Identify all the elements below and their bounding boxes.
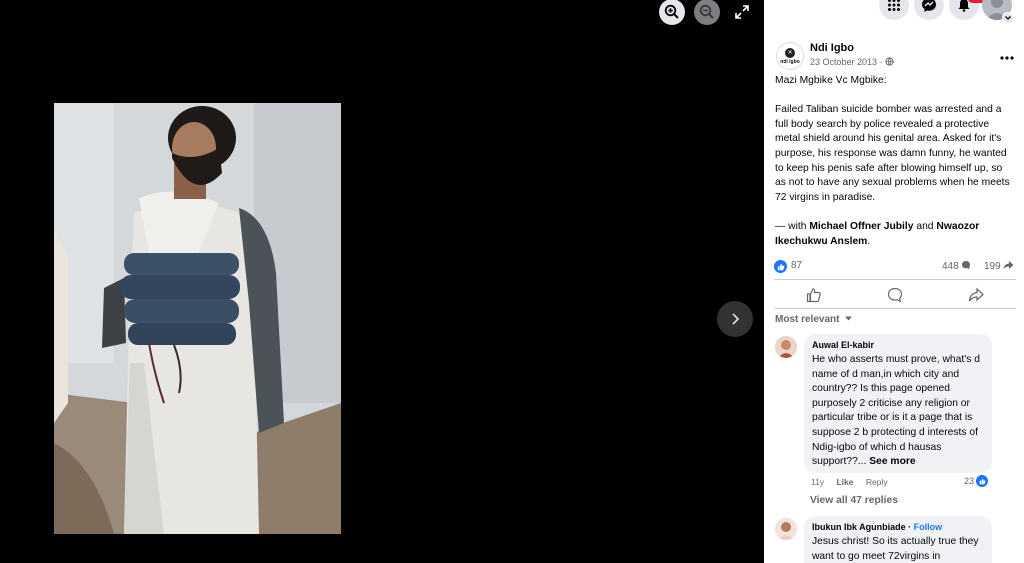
menu-grid-icon bbox=[888, 0, 900, 11]
comment-bubble-2: Ibukun Ibk Agunbiade · Follow Jesus chri… bbox=[804, 516, 992, 563]
post-title-line: Mazi Mgbike Vc Mgbike: bbox=[775, 75, 887, 86]
share-outline-icon bbox=[968, 287, 984, 302]
comment-button[interactable] bbox=[885, 285, 905, 305]
like-button[interactable] bbox=[804, 285, 824, 305]
like-outline-icon bbox=[806, 288, 821, 303]
post-text: Mazi Mgbike Vc Mgbike: Failed Taliban su… bbox=[775, 74, 1015, 249]
post-body-text: Failed Taliban suicide bomber was arrest… bbox=[775, 104, 1010, 203]
stats-divider bbox=[774, 279, 1016, 280]
globe-icon bbox=[885, 57, 894, 66]
post-photo[interactable] bbox=[54, 103, 341, 534]
share-count[interactable]: 199 bbox=[984, 260, 1014, 272]
top-bar bbox=[764, 0, 1024, 27]
post-action-bar bbox=[774, 285, 1016, 305]
comment-outline-icon bbox=[887, 287, 903, 303]
menu-button[interactable] bbox=[879, 0, 909, 20]
post-date-text: 23 October 2013 · bbox=[810, 57, 886, 67]
chevron-right-icon bbox=[732, 313, 740, 325]
messenger-icon bbox=[922, 0, 936, 12]
thumbs-up-icon bbox=[777, 263, 784, 270]
more-icon bbox=[1000, 56, 1014, 60]
photo-viewer-page: ✕ ndi igbo Ndi Igbo 23 October 2013 · Ma… bbox=[0, 0, 1024, 563]
zoom-out-button[interactable] bbox=[694, 0, 720, 25]
account-menu-chevron[interactable] bbox=[1002, 12, 1014, 24]
tag-link-1[interactable]: Michael Offner Jubily bbox=[809, 221, 913, 232]
commenter-avatar-2[interactable] bbox=[775, 518, 797, 540]
comment-text-2: Jesus christ! So its actually true they … bbox=[812, 536, 979, 562]
post-stats: 87 448 199 bbox=[774, 259, 1018, 273]
commenter-photo-2 bbox=[775, 518, 797, 540]
fullscreen-icon bbox=[735, 5, 749, 19]
comment-count[interactable]: 448 bbox=[942, 260, 971, 272]
page-name-link[interactable]: Ndi Igbo bbox=[810, 42, 854, 54]
commenter-name-2: Ibukun Ibk Agunbiade · Follow bbox=[812, 522, 984, 532]
actions-divider bbox=[774, 308, 1016, 309]
period: . bbox=[867, 235, 871, 247]
comment-reply-link[interactable]: Reply bbox=[866, 477, 888, 487]
page-avatar[interactable]: ✕ ndi igbo bbox=[776, 42, 804, 70]
commenter-photo bbox=[775, 336, 797, 358]
comment-like-link[interactable]: Like bbox=[836, 477, 853, 487]
zoom-in-icon bbox=[664, 4, 679, 19]
with-prefix: — with bbox=[775, 220, 810, 232]
share-arrow-icon bbox=[1003, 261, 1014, 269]
commenter-name-2-text[interactable]: Ibukun Ibk Agunbiade bbox=[812, 522, 906, 532]
share-count-value: 199 bbox=[984, 261, 1001, 272]
post-side-panel: ✕ ndi igbo Ndi Igbo 23 October 2013 · Ma… bbox=[764, 0, 1024, 563]
comment-body: He who asserts must prove, what's d name… bbox=[812, 354, 980, 468]
see-more-link[interactable]: See more bbox=[866, 456, 915, 467]
comment-reaction-count[interactable]: 23 bbox=[964, 476, 974, 486]
share-button[interactable] bbox=[966, 285, 986, 305]
comment-bubble: Auwal El-kabir He who asserts must prove… bbox=[804, 334, 992, 473]
comment-time[interactable]: 11y bbox=[811, 477, 824, 487]
next-photo-button[interactable] bbox=[717, 301, 753, 337]
like-reaction-icon[interactable] bbox=[774, 260, 787, 273]
notifications-button[interactable] bbox=[949, 0, 979, 20]
like-count[interactable]: 87 bbox=[791, 260, 802, 271]
messenger-button[interactable] bbox=[914, 0, 944, 20]
follow-link[interactable]: Follow bbox=[914, 522, 943, 532]
commenter-avatar[interactable] bbox=[775, 336, 797, 358]
page-logo-text: ndi igbo bbox=[780, 58, 800, 65]
thumbs-up-icon bbox=[979, 478, 985, 484]
post-date[interactable]: 23 October 2013 · bbox=[810, 57, 894, 67]
and-text: and bbox=[913, 220, 937, 232]
zoom-out-icon bbox=[699, 4, 714, 19]
post-header: ✕ ndi igbo Ndi Igbo 23 October 2013 · bbox=[776, 42, 1016, 72]
photo-viewer bbox=[0, 0, 764, 563]
comment-sort-label: Most relevant bbox=[775, 314, 840, 325]
comment-meta: 11y Like Reply bbox=[811, 477, 888, 487]
zoom-in-button[interactable] bbox=[659, 0, 685, 25]
post-options-button[interactable] bbox=[1000, 47, 1014, 63]
page-logo-mark: ✕ bbox=[785, 47, 795, 58]
photo-illustration bbox=[54, 103, 341, 534]
commenter-name[interactable]: Auwal El-kabir bbox=[812, 340, 984, 350]
comment-count-value: 448 bbox=[942, 261, 959, 272]
chevron-down-icon bbox=[1005, 16, 1011, 20]
tagged-people: — with Michael Offner Jubily and Nwaozor… bbox=[775, 220, 1015, 249]
view-replies-link[interactable]: View all 47 replies bbox=[810, 495, 898, 506]
name-dot-separator: · bbox=[905, 522, 914, 532]
caret-down-icon bbox=[845, 316, 853, 321]
comment-sort-dropdown[interactable]: Most relevant bbox=[775, 314, 853, 325]
comment-like-badge bbox=[976, 475, 988, 487]
comment-bubble-icon bbox=[962, 261, 971, 270]
fullscreen-button[interactable] bbox=[732, 0, 752, 24]
comment-text: He who asserts must prove, what's d name… bbox=[812, 353, 984, 470]
